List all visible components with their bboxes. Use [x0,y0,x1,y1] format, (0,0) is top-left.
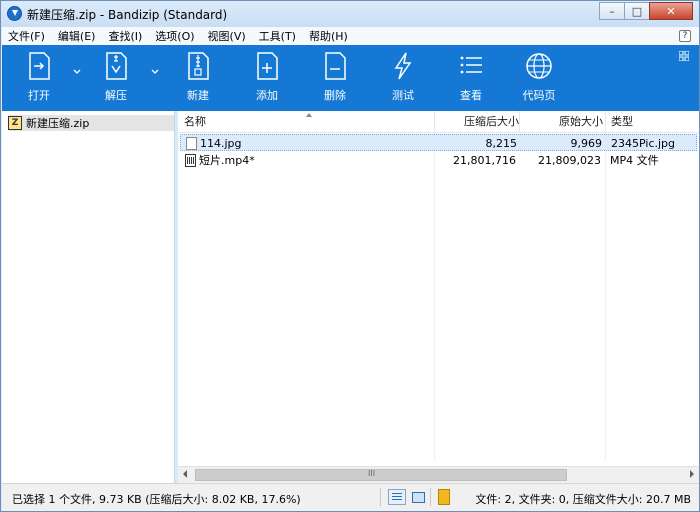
column-divider [434,111,435,133]
menu-options[interactable]: 选项(O) [155,28,194,44]
status-bar: 已选择 1 个文件, 9.73 KB (压缩后大小: 8.02 KB, 17.6… [2,483,699,511]
layout-grid-icon[interactable] [678,50,690,62]
delete-file-icon [325,52,346,80]
menu-tools[interactable]: 工具(T) [259,28,296,44]
delete-label: 删除 [324,89,346,102]
video-file-icon [185,154,196,167]
extract-icon [106,52,127,80]
scrollbar-thumb[interactable]: III [195,469,567,481]
codepage-label: 代码页 [522,89,556,102]
close-button[interactable]: ✕ [649,2,693,20]
codepage-button[interactable]: 代码页 [514,51,564,107]
sort-ascending-icon [306,113,312,117]
extract-button[interactable]: 解压 [91,51,141,107]
delete-button[interactable]: 删除 [310,51,360,107]
tree-item-label: 新建压缩.zip [26,117,90,130]
open-button[interactable]: 打开 [14,51,64,107]
tree-item-archive-root[interactable]: Z 新建压缩.zip [8,115,174,131]
file-name: 114.jpg [200,137,242,150]
file-list: 名称 压缩后大小 原始大小 类型 114.jpg 8,215 9,969 234… [178,111,699,483]
menu-edit[interactable]: 编辑(E) [58,28,96,44]
globe-icon [526,53,552,79]
column-guide [434,133,435,461]
minimize-button[interactable]: – [599,2,625,20]
file-type: MP4 文件 [610,154,659,167]
status-divider [430,488,431,506]
new-label: 新建 [187,89,209,102]
column-original-size[interactable]: 原始大小 [559,111,603,133]
lightning-icon [394,52,412,80]
menu-find[interactable]: 查找(I) [108,28,142,44]
open-label: 打开 [28,89,50,102]
extract-dropdown-icon[interactable] [150,67,160,77]
scrollbar-grip: III [368,469,376,478]
menu-file[interactable]: 文件(F) [8,28,45,44]
column-compressed-size[interactable]: 压缩后大小 [464,111,519,133]
test-button[interactable]: 测试 [378,51,428,107]
list-view-icon [460,56,482,74]
title-bar: 新建压缩.zip - Bandizip (Standard) – □ ✕ [1,1,699,27]
details-view-icon[interactable] [388,489,406,505]
column-name[interactable]: 名称 [184,111,206,133]
extract-label: 解压 [105,89,127,102]
status-divider [380,488,381,506]
archive-info-icon[interactable] [438,489,450,505]
add-file-icon [257,52,278,80]
scroll-right-arrow-icon[interactable] [690,470,694,478]
test-label: 测试 [392,89,414,102]
selection-status: 已选择 1 个文件, 9.73 KB (压缩后大小: 8.02 KB, 17.6… [12,493,301,506]
scroll-left-arrow-icon[interactable] [183,470,187,478]
table-row[interactable]: 短片.mp4* 21,801,716 21,809,023 MP4 文件 [180,152,697,169]
file-type: 2345Pic.jpg [611,137,676,150]
file-original-size: 21,809,023 [538,154,601,167]
file-original-size: 9,969 [570,137,603,150]
view-label: 查看 [460,89,482,102]
bandizip-icon [7,6,22,21]
menu-help[interactable]: 帮助(H) [309,28,348,44]
menu-view[interactable]: 视图(V) [208,28,246,44]
file-compressed-size: 21,801,716 [453,154,516,167]
folder-tree: Z 新建压缩.zip [2,111,175,483]
column-divider [605,111,606,133]
new-button[interactable]: 新建 [173,51,223,107]
file-name: 短片.mp4* [199,154,255,167]
window-title: 新建压缩.zip - Bandizip (Standard) [27,8,228,22]
app-window: 新建压缩.zip - Bandizip (Standard) – □ ✕ 文件(… [0,0,700,512]
column-guide [605,133,606,461]
table-row[interactable]: 114.jpg 8,215 9,969 2345Pic.jpg [180,134,697,151]
file-compressed-size: 8,215 [485,137,518,150]
column-type[interactable]: 类型 [611,111,633,133]
archive-status: 文件: 2, 文件夹: 0, 压缩文件大小: 20.7 MB [475,493,691,506]
horizontal-scrollbar[interactable]: III [178,466,699,483]
view-button[interactable]: 查看 [446,51,496,107]
preview-view-icon[interactable] [409,489,427,505]
toolbar: 打开 解压 新建 添加 删除 测试 查看 代码页 [2,45,699,111]
zip-archive-icon: Z [8,116,22,130]
window-controls: – □ ✕ [599,2,693,20]
column-divider [519,111,520,133]
add-label: 添加 [256,89,278,102]
open-icon [29,52,50,80]
menu-bar: 文件(F) 编辑(E) 查找(I) 选项(O) 视图(V) 工具(T) 帮助(H… [2,27,699,45]
new-archive-icon [188,52,209,80]
open-dropdown-icon[interactable] [72,67,82,77]
add-button[interactable]: 添加 [242,51,292,107]
maximize-button[interactable]: □ [624,2,650,20]
image-file-icon [186,137,197,150]
help-icon[interactable]: ? [679,30,691,42]
column-header: 名称 压缩后大小 原始大小 类型 [178,111,699,133]
